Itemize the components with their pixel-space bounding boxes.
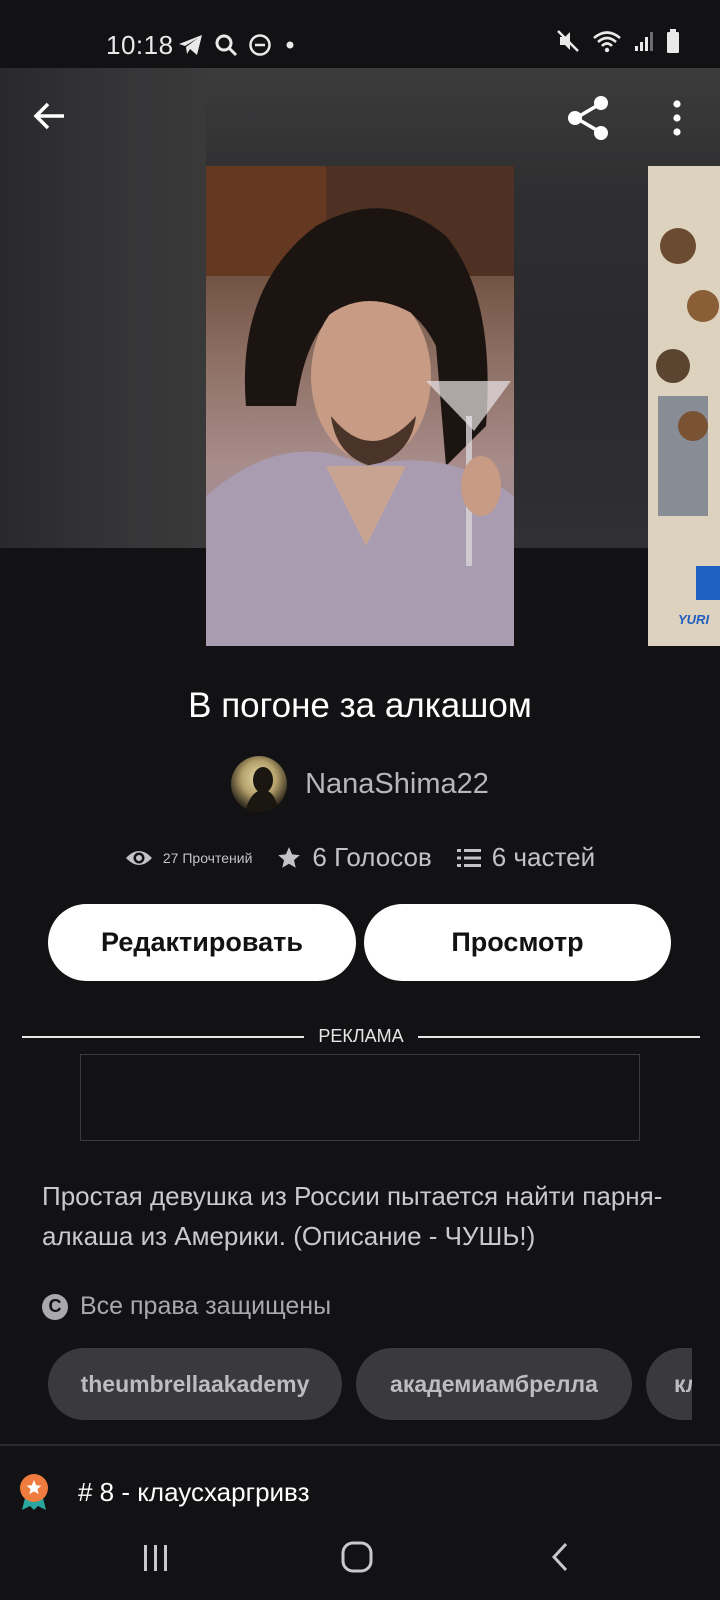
ranking-badge-icon xyxy=(20,1474,48,1510)
parts-stat: 6 частей xyxy=(456,842,595,873)
more-vertical-icon xyxy=(673,100,681,136)
cover-illustration xyxy=(206,166,514,646)
nav-back-button[interactable] xyxy=(548,1540,572,1574)
copyright-icon: C xyxy=(42,1293,68,1320)
chevron-left-icon xyxy=(551,1542,568,1572)
share-button[interactable] xyxy=(564,94,612,142)
author-name[interactable]: NanaShima22 xyxy=(305,768,489,801)
do-not-disturb-icon xyxy=(249,34,271,56)
more-options-button[interactable] xyxy=(660,96,694,140)
ad-divider: РЕКЛАМА xyxy=(22,1026,701,1047)
share-icon xyxy=(568,96,608,140)
reads-count: 27 Прочтений xyxy=(162,849,253,866)
ad-banner[interactable] xyxy=(80,1054,640,1141)
tag-chip[interactable]: theumbrellaakademy xyxy=(48,1348,342,1420)
battery-icon xyxy=(667,29,679,53)
edit-button[interactable]: Редактировать xyxy=(48,904,356,981)
eye-icon xyxy=(125,850,152,865)
ranking-row[interactable]: # 8 - клаусхаргривз xyxy=(18,1472,310,1512)
signal-icon xyxy=(635,32,653,51)
story-description: Простая девушка из России пытается найти… xyxy=(42,1181,663,1251)
list-icon xyxy=(456,848,481,867)
author-avatar[interactable] xyxy=(231,756,288,812)
backdrop-blur xyxy=(0,68,206,548)
story-stats: 27 Прочтений 6 Голосов 6 частей xyxy=(0,842,720,873)
arrow-left-icon xyxy=(33,102,64,130)
divider-line xyxy=(417,1035,701,1038)
parts-count: 6 частей xyxy=(491,842,596,872)
status-bar: 10:18 xyxy=(0,0,720,68)
divider-line xyxy=(22,1035,305,1038)
ad-label: РЕКЛАМА xyxy=(318,1026,404,1046)
next-cover-illustration xyxy=(648,166,720,646)
votes-stat: 6 Голосов xyxy=(276,842,432,873)
ranking-text: # 8 - клаусхаргривз xyxy=(78,1476,310,1507)
votes-count: 6 Голосов xyxy=(312,842,432,872)
reads-stat: 27 Прочтений xyxy=(125,848,253,868)
dot-icon xyxy=(286,41,294,49)
star-icon xyxy=(278,846,301,868)
back-button[interactable] xyxy=(30,96,70,136)
recents-button[interactable] xyxy=(140,1542,172,1574)
story-cover-image[interactable] xyxy=(206,166,514,646)
home-icon xyxy=(341,1541,373,1573)
telegram-icon xyxy=(179,35,202,55)
next-story-cover[interactable]: YURI xyxy=(648,166,720,646)
tag-chip[interactable]: академиамбрелла xyxy=(356,1348,632,1420)
tag-chip[interactable]: кл xyxy=(646,1348,692,1420)
author-row[interactable]: NanaShima22 xyxy=(0,756,720,812)
section-divider xyxy=(0,1444,720,1446)
copyright-row: C Все права защищены xyxy=(42,1292,331,1321)
status-left-icons xyxy=(178,30,298,60)
search-icon xyxy=(215,34,238,57)
status-time: 10:18 xyxy=(106,30,174,60)
home-button[interactable] xyxy=(340,1540,374,1574)
system-navigation-bar xyxy=(0,1516,720,1600)
next-cover-caption: YURI xyxy=(678,612,710,627)
view-button[interactable]: Просмотр xyxy=(364,904,671,981)
mute-vibrate-icon xyxy=(557,30,579,52)
story-title: В погоне за алкашом xyxy=(188,686,532,725)
wifi-icon xyxy=(593,31,621,53)
recents-icon xyxy=(144,1545,167,1571)
copyright-text: Все права защищены xyxy=(80,1292,332,1320)
status-right-icons xyxy=(556,28,680,54)
tags-row: theumbrellaakademy академиамбрелла кл xyxy=(48,1348,692,1420)
avatar-image xyxy=(245,767,280,812)
